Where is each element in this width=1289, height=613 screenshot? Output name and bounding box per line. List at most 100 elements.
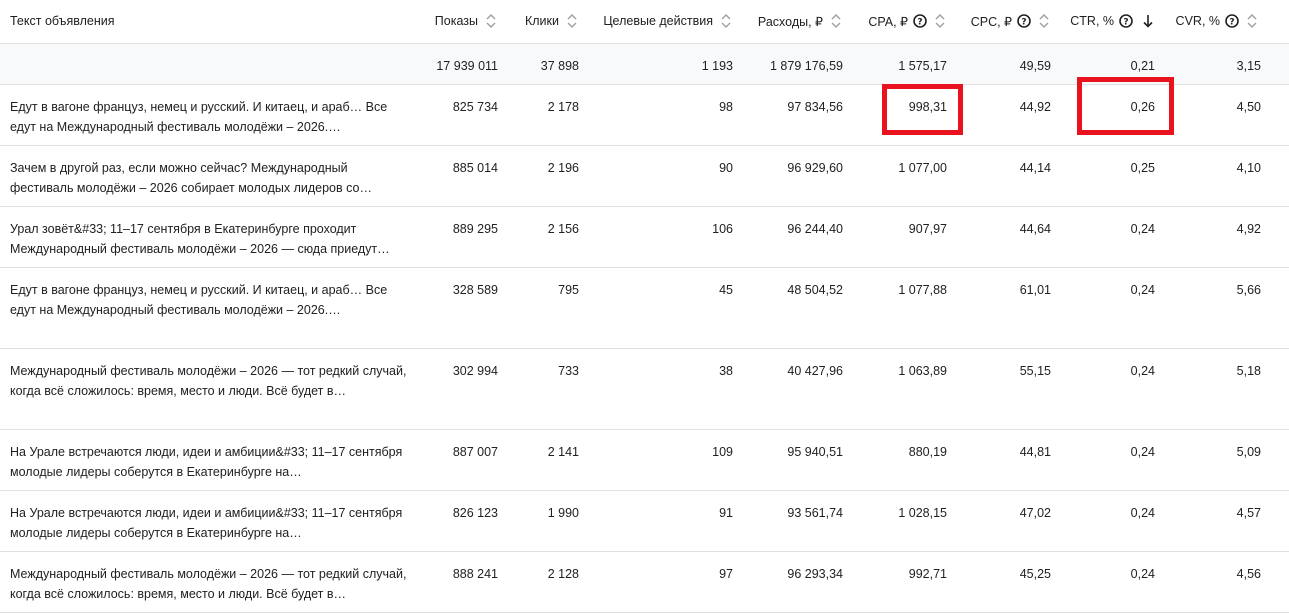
ad-text: На Урале встречаются люди, идеи и амбици… xyxy=(10,505,403,540)
col-header-text[interactable]: Текст объявления xyxy=(0,0,420,44)
cell-cpa: 880,19 xyxy=(908,444,947,459)
sort-icon[interactable] xyxy=(1035,12,1053,30)
ad-text-cell[interactable]: Урал зовёт&#33; 11–17 сентября в Екатери… xyxy=(0,206,420,267)
ad-text-cell[interactable]: На Урале встречаются люди, идеи и амбици… xyxy=(0,490,420,551)
cell-cvr: 4,57 xyxy=(1236,505,1261,520)
table-row[interactable]: Зачем в другой раз, если можно сейчас? М… xyxy=(0,145,1289,206)
svg-text:?: ? xyxy=(1021,18,1026,28)
cell-conversions: 98 xyxy=(719,99,733,114)
col-header-impressions[interactable]: Показы xyxy=(420,0,500,44)
cell-spend: 97 834,56 xyxy=(787,99,843,114)
cell-clicks: 733 xyxy=(558,363,579,378)
col-header-label: CPA, ₽ xyxy=(868,14,908,29)
cell-cvr: 4,56 xyxy=(1236,566,1261,581)
highlight-box-cpa xyxy=(882,84,963,135)
cell-clicks: 1 990 xyxy=(547,505,579,520)
table-row[interactable]: Международный фестиваль молодёжи – 2026 … xyxy=(0,348,1289,429)
sort-icon[interactable] xyxy=(931,12,949,30)
table-header: Текст объявления Показы Клики Целевые де… xyxy=(0,0,1289,44)
col-header-label: Целевые действия xyxy=(603,14,713,29)
ad-text: На Урале встречаются люди, идеи и амбици… xyxy=(10,444,403,479)
cell-conversions: 109 xyxy=(712,444,733,459)
cell-conversions: 106 xyxy=(712,221,733,236)
cell-cvr: 4,50 xyxy=(1236,99,1261,114)
cell-conversions: 90 xyxy=(719,160,733,175)
cell-cpc: 44,14 xyxy=(1019,160,1051,175)
sort-icon[interactable] xyxy=(717,12,735,30)
help-icon[interactable]: ? xyxy=(1119,14,1133,29)
ad-text-cell[interactable]: Едут в вагоне француз, немец и русский. … xyxy=(0,267,420,348)
cell-clicks: 795 xyxy=(558,282,579,297)
cell-cpc: 44,64 xyxy=(1019,221,1051,236)
cell-ctr: 0,24 xyxy=(1130,363,1155,378)
cell-spend: 93 561,74 xyxy=(787,505,843,520)
cell-cpc: 61,01 xyxy=(1019,282,1051,297)
cell-ctr: 0,24 xyxy=(1130,282,1155,297)
help-icon[interactable]: ? xyxy=(1225,14,1239,29)
ad-text: Едут в вагоне француз, немец и русский. … xyxy=(10,282,388,317)
cell-cpc: 44,92 xyxy=(1019,99,1051,114)
totals-cvr: 3,15 xyxy=(1236,58,1261,73)
col-header-clicks[interactable]: Клики xyxy=(500,0,581,44)
table-row[interactable]: На Урале встречаются люди, идеи и амбици… xyxy=(0,429,1289,490)
cell-impressions: 825 734 xyxy=(452,99,498,114)
cell-impressions: 887 007 xyxy=(452,444,498,459)
table-row[interactable]: На Урале встречаются люди, идеи и амбици… xyxy=(0,490,1289,551)
col-header-spend[interactable]: Расходы, ₽ xyxy=(735,0,845,44)
sort-icon[interactable] xyxy=(563,12,581,30)
ad-text-cell[interactable]: Международный фестиваль молодёжи – 2026 … xyxy=(0,348,420,429)
cell-impressions: 302 994 xyxy=(452,363,498,378)
ad-text-cell[interactable]: Зачем в другой раз, если можно сейчас? М… xyxy=(0,145,420,206)
col-header-label: Расходы, ₽ xyxy=(757,14,823,29)
totals-impressions: 17 939 011 xyxy=(436,58,498,73)
svg-text:?: ? xyxy=(1229,18,1234,28)
cell-cvr: 4,10 xyxy=(1236,160,1261,175)
cell-cpc: 47,02 xyxy=(1019,505,1051,520)
cell-impressions: 885 014 xyxy=(452,160,498,175)
cell-cpc: 44,81 xyxy=(1019,444,1051,459)
col-header-label: CPC, ₽ xyxy=(970,14,1012,29)
cell-cpc: 45,25 xyxy=(1019,566,1051,581)
cell-spend: 96 929,60 xyxy=(787,160,843,175)
cell-clicks: 2 141 xyxy=(547,444,579,459)
ad-text-cell[interactable]: Международный фестиваль молодёжи – 2026 … xyxy=(0,551,420,612)
cell-ctr: 0,24 xyxy=(1130,221,1155,236)
cell-cpa: 1 077,88 xyxy=(898,282,947,297)
cell-cpa: 1 028,15 xyxy=(898,505,947,520)
cell-ctr: 0,24 xyxy=(1130,444,1155,459)
cell-cpa: 907,97 xyxy=(908,221,947,236)
arrow-down-icon[interactable] xyxy=(1139,12,1157,30)
ad-text: Урал зовёт&#33; 11–17 сентября в Екатери… xyxy=(10,221,390,256)
cell-impressions: 826 123 xyxy=(452,505,498,520)
cell-spend: 48 504,52 xyxy=(787,282,843,297)
table-row[interactable]: Едут в вагоне француз, немец и русский. … xyxy=(0,267,1289,348)
totals-clicks: 37 898 xyxy=(540,58,579,73)
sort-icon[interactable] xyxy=(1243,12,1261,30)
cell-spend: 40 427,96 xyxy=(787,363,843,378)
cell-conversions: 45 xyxy=(719,282,733,297)
col-header-cpa[interactable]: CPA, ₽ ? xyxy=(845,0,949,44)
highlight-box-ctr xyxy=(1077,77,1174,135)
table-row[interactable]: Международный фестиваль молодёжи – 2026 … xyxy=(0,551,1289,612)
totals-spend: 1 879 176,59 xyxy=(770,58,843,73)
sort-icon[interactable] xyxy=(482,12,500,30)
help-icon[interactable]: ? xyxy=(913,14,927,29)
sort-icon[interactable] xyxy=(827,12,845,30)
col-header-conversions[interactable]: Целевые действия xyxy=(581,0,735,44)
col-header-cpc[interactable]: CPC, ₽ ? xyxy=(949,0,1053,44)
cell-cpa: 1 077,00 xyxy=(898,160,947,175)
table-row[interactable]: Урал зовёт&#33; 11–17 сентября в Екатери… xyxy=(0,206,1289,267)
help-icon[interactable]: ? xyxy=(1017,14,1031,29)
cell-conversions: 91 xyxy=(719,505,733,520)
cell-clicks: 2 196 xyxy=(547,160,579,175)
col-header-cvr[interactable]: CVR, % ? xyxy=(1157,0,1289,44)
cell-clicks: 2 178 xyxy=(547,99,579,114)
totals-cpc: 49,59 xyxy=(1019,58,1051,73)
cell-conversions: 97 xyxy=(719,566,733,581)
cell-impressions: 888 241 xyxy=(452,566,498,581)
ad-text-cell[interactable]: На Урале встречаются люди, идеи и амбици… xyxy=(0,429,420,490)
cell-cvr: 4,92 xyxy=(1236,221,1261,236)
cell-impressions: 889 295 xyxy=(452,221,498,236)
ad-text-cell[interactable]: Едут в вагоне француз, немец и русский. … xyxy=(0,84,420,145)
col-header-ctr[interactable]: CTR, % ? xyxy=(1053,0,1157,44)
